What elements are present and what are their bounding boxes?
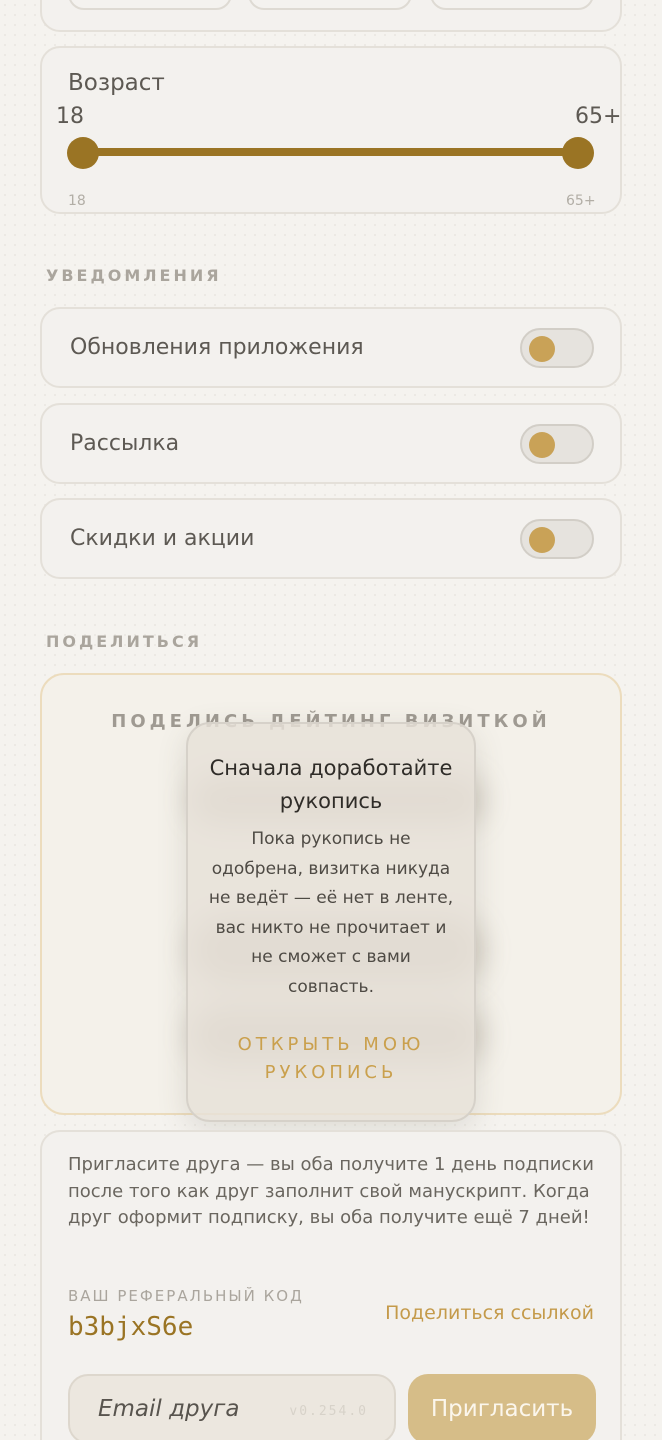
age-title: Возраст — [68, 70, 165, 96]
toggle-row-label: Рассылка — [70, 431, 180, 456]
toggle-row-label: Скидки и акции — [70, 526, 255, 551]
referral-card: Пригласите друга — вы оба получите 1 ден… — [40, 1130, 622, 1440]
filter-chip-2[interactable] — [248, 0, 412, 10]
toggle-knob — [529, 336, 555, 362]
toggle-row-discounts[interactable]: Скидки и акции — [40, 498, 622, 579]
open-manuscript-button[interactable]: ОТКРЫТЬ МОЮ РУКОПИСЬ — [208, 1031, 454, 1087]
filter-chip-3[interactable] — [430, 0, 594, 10]
filter-chip-1[interactable] — [68, 0, 232, 10]
notifications-section-label: УВЕДОМЛЕНИЯ — [46, 266, 222, 285]
popup-body: Пока рукопись не одобрена, визитка никуд… — [208, 829, 454, 997]
email-placeholder: Email друга — [98, 1396, 240, 1422]
share-section-label: ПОДЕЛИТЬСЯ — [46, 632, 203, 651]
age-max-value: 65+ — [575, 104, 622, 129]
toggle-row-newsletter[interactable]: Рассылка — [40, 403, 622, 484]
age-min-value: 18 — [56, 104, 84, 129]
referral-code[interactable]: b3bjxS6e — [68, 1312, 193, 1342]
app-version: v0.254.0 — [289, 1404, 368, 1419]
toggle-row-app-updates[interactable]: Обновления приложения — [40, 307, 622, 388]
app-updates-toggle[interactable] — [520, 328, 594, 368]
toggle-row-label: Обновления приложения — [70, 335, 364, 360]
age-scale-min: 18 — [68, 193, 86, 209]
age-slider-min-thumb[interactable] — [67, 137, 99, 169]
popup-title: Сначала доработайте рукопись — [209, 756, 453, 813]
friend-email-input[interactable]: Email друга v0.254.0 — [68, 1374, 396, 1440]
referral-description: Пригласите друга — вы оба получите 1 ден… — [68, 1154, 594, 1229]
age-slider-track[interactable] — [84, 148, 578, 156]
referral-code-label: ВАШ РЕФЕРАЛЬНЫЙ КОД — [68, 1287, 304, 1305]
discounts-toggle[interactable] — [520, 519, 594, 559]
toggle-knob — [529, 432, 555, 458]
invite-button[interactable]: Пригласить — [408, 1374, 596, 1440]
age-scale-max: 65+ — [566, 193, 596, 209]
newsletter-toggle[interactable] — [520, 424, 594, 464]
manuscript-required-popup: Сначала доработайте рукопись Пока рукопи… — [186, 722, 476, 1122]
toggle-knob — [529, 527, 555, 553]
share-link-button[interactable]: Поделиться ссылкой — [385, 1302, 594, 1324]
age-slider-max-thumb[interactable] — [562, 137, 594, 169]
